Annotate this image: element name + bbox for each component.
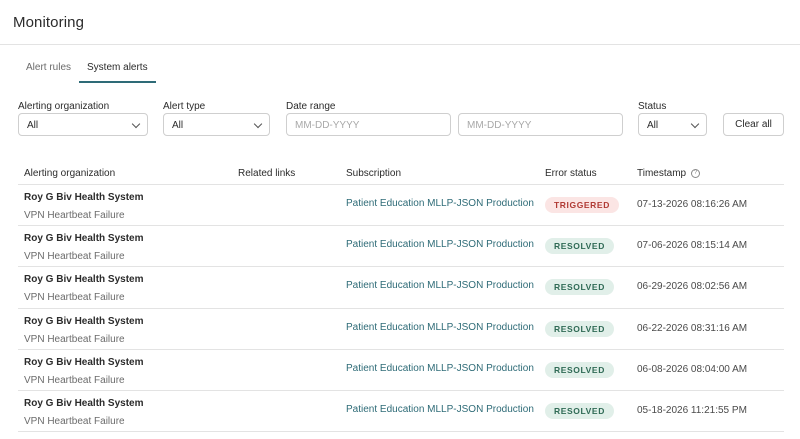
page-title: Monitoring	[13, 14, 85, 31]
subscription-link[interactable]: Patient Education MLLP-JSON Production	[346, 239, 534, 250]
tab-alert-rules[interactable]: Alert rules	[18, 59, 79, 83]
row-org: Roy G Biv Health System	[24, 356, 144, 368]
type-filter-select[interactable]: All	[163, 113, 270, 136]
status-filter-select[interactable]: All	[638, 113, 707, 136]
status-badge: RESOLVED	[545, 402, 614, 419]
col-header-timestamp-label: Timestamp	[637, 168, 687, 179]
subscription-link[interactable]: Patient Education MLLP-JSON Production	[346, 198, 534, 209]
filter-bar: Alerting organization All Alert type All…	[18, 101, 784, 141]
subscription-link[interactable]: Patient Education MLLP-JSON Production	[346, 322, 534, 333]
table-row[interactable]: Roy G Biv Health System VPN Heartbeat Fai…	[18, 391, 784, 433]
status-badge: RESOLVED	[545, 320, 614, 337]
status-filter-label: Status	[638, 101, 667, 112]
date-from-input[interactable]: MM-DD-YYYY	[286, 113, 451, 136]
row-alert-type: VPN Heartbeat Failure	[24, 415, 125, 427]
clear-all-button[interactable]: Clear all	[723, 113, 784, 136]
col-header-subscription: Subscription	[346, 168, 402, 179]
row-org: Roy G Biv Health System	[24, 274, 144, 286]
row-timestamp: 07-06-2026 08:15:14 AM	[637, 240, 748, 252]
subscription-link[interactable]: Patient Education MLLP-JSON Production	[346, 404, 534, 415]
type-filter-value: All	[172, 120, 184, 131]
table-header: Alerting organization Related links Subs…	[18, 160, 784, 185]
row-timestamp: 07-13-2026 08:16:26 AM	[637, 199, 748, 210]
status-badge: RESOLVED	[545, 238, 614, 255]
type-filter-label: Alert type	[163, 101, 206, 112]
row-alert-type: VPN Heartbeat Failure	[24, 292, 125, 304]
col-header-status: Error status	[545, 168, 597, 179]
page-header: Monitoring	[0, 0, 800, 45]
chevron-down-icon	[253, 119, 263, 129]
row-org: Roy G Biv Health System	[24, 192, 144, 203]
help-circle-icon[interactable]: ?	[691, 169, 701, 178]
status-filter-value: All	[647, 120, 659, 131]
alerts-table: Alerting organization Related links Subs…	[18, 160, 784, 433]
chevron-down-icon	[690, 119, 700, 129]
table-body: Roy G Biv Health System VPN Heartbeat Fai…	[18, 185, 784, 433]
date-from-placeholder: MM-DD-YYYY	[295, 120, 360, 131]
tab-system-alerts[interactable]: System alerts	[79, 59, 156, 83]
date-to-placeholder: MM-DD-YYYY	[467, 120, 532, 131]
row-alert-type: VPN Heartbeat Failure	[24, 333, 125, 345]
status-badge: TRIGGERED	[545, 197, 619, 213]
row-alert-type: VPN Heartbeat Failure	[24, 210, 125, 221]
row-timestamp: 06-29-2026 08:02:56 AM	[637, 281, 748, 293]
row-timestamp: 05-18-2026 11:21:55 PM	[637, 404, 747, 416]
table-row[interactable]: Roy G Biv Health System VPN Heartbeat Fai…	[18, 350, 784, 391]
chevron-down-icon	[131, 119, 141, 129]
row-org: Roy G Biv Health System	[24, 397, 144, 409]
row-alert-type: VPN Heartbeat Failure	[24, 374, 125, 386]
col-header-org: Alerting organization	[24, 168, 116, 179]
table-row[interactable]: Roy G Biv Health System VPN Heartbeat Fai…	[18, 185, 784, 227]
date-to-input[interactable]: MM-DD-YYYY	[458, 113, 623, 136]
date-range-label: Date range	[286, 101, 336, 112]
tab-bar: Alert rules System alerts	[18, 59, 156, 83]
status-badge: RESOLVED	[545, 279, 614, 296]
table-row[interactable]: Roy G Biv Health System VPN Heartbeat Fai…	[18, 309, 784, 350]
subscription-link[interactable]: Patient Education MLLP-JSON Production	[346, 363, 534, 374]
row-alert-type: VPN Heartbeat Failure	[24, 251, 125, 263]
row-timestamp: 06-22-2026 08:31:16 AM	[637, 322, 748, 334]
org-filter-value: All	[27, 120, 39, 131]
table-row[interactable]: Roy G Biv Health System VPN Heartbeat Fai…	[18, 267, 784, 309]
subscription-link[interactable]: Patient Education MLLP-JSON Production	[346, 280, 534, 291]
col-header-timestamp: Timestamp?	[637, 168, 701, 179]
status-badge: RESOLVED	[545, 361, 614, 378]
row-org: Roy G Biv Health System	[24, 233, 144, 245]
row-timestamp: 06-08-2026 08:04:00 AM	[637, 363, 748, 375]
table-row[interactable]: Roy G Biv Health System VPN Heartbeat Fai…	[18, 226, 784, 268]
row-org: Roy G Biv Health System	[24, 315, 144, 327]
col-header-links: Related links	[238, 168, 296, 179]
org-filter-select[interactable]: All	[18, 113, 148, 136]
org-filter-label: Alerting organization	[18, 101, 110, 112]
